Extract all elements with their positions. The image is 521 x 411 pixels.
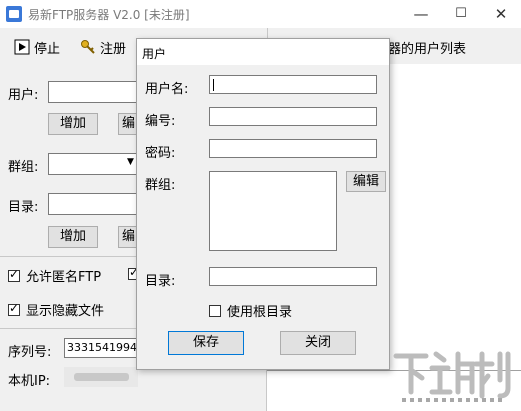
allow-anon-checkbox[interactable]: [8, 267, 20, 282]
username-input[interactable]: [209, 75, 377, 94]
allow-anon-option[interactable]: 允许匿名FTP: [8, 266, 101, 285]
ip-value: [64, 367, 138, 387]
password-input[interactable]: [209, 139, 377, 158]
dialog-group-label: 群组:: [145, 178, 176, 193]
app-icon: [6, 6, 22, 22]
text-caret: [213, 79, 214, 91]
add-user-button[interactable]: 增加: [48, 113, 98, 135]
dir-input[interactable]: [48, 193, 138, 215]
edit-user-button[interactable]: 编: [118, 113, 138, 135]
minimize-button[interactable]: —: [401, 0, 441, 28]
save-button[interactable]: 保存: [168, 331, 244, 355]
stop-icon: [14, 39, 30, 55]
allow-anon-label: 允许匿名FTP: [26, 270, 102, 285]
dialog-title: 用户: [142, 47, 167, 61]
register-label: 注册: [100, 41, 127, 57]
group-edit-button[interactable]: 编辑: [346, 171, 386, 192]
user-select[interactable]: [48, 81, 138, 103]
close-button[interactable]: ✕: [481, 0, 521, 28]
chevron-down-icon: ▼: [127, 157, 134, 167]
use-root-label: 使用根目录: [227, 305, 293, 320]
group-list[interactable]: [209, 171, 337, 251]
show-hidden-label: 显示隐藏文件: [26, 304, 105, 319]
password-label: 密码:: [145, 146, 176, 161]
key-icon: [80, 39, 96, 55]
show-hidden-option[interactable]: 显示隐藏文件: [8, 300, 104, 319]
maximize-button[interactable]: ☐: [441, 0, 481, 28]
use-root-option[interactable]: 使用根目录: [209, 301, 292, 320]
dialog-close-button[interactable]: 关闭: [280, 331, 356, 355]
divider-info: [0, 328, 138, 329]
add-dir-button[interactable]: 增加: [48, 226, 98, 248]
register-button[interactable]: 注册: [80, 37, 126, 57]
serial-field[interactable]: 33315419944: [64, 338, 138, 358]
group-select[interactable]: ▼: [48, 153, 138, 175]
group-label: 群组:: [8, 160, 39, 175]
user-label: 用户:: [8, 88, 39, 103]
watermark-logo: [392, 340, 517, 406]
divider-options: [0, 256, 138, 257]
dialog-dir-input[interactable]: [209, 267, 377, 286]
show-hidden-checkbox[interactable]: [8, 301, 20, 316]
dir-label: 目录:: [8, 200, 39, 215]
serial-label: 序列号:: [8, 345, 52, 360]
number-input[interactable]: [209, 107, 377, 126]
dialog-title-bar: [137, 39, 389, 65]
number-label: 编号:: [145, 114, 176, 129]
edit-dir-button[interactable]: 编: [118, 226, 138, 248]
stop-label: 停止: [34, 41, 61, 57]
use-root-checkbox[interactable]: [209, 304, 221, 317]
username-label: 用户名:: [145, 82, 189, 97]
ip-label: 本机IP:: [8, 374, 51, 389]
ip-blurred: [74, 373, 129, 381]
window-title: 易新FTP服务器 V2.0 [未注册]: [28, 8, 190, 22]
stop-button[interactable]: 停止: [14, 37, 60, 57]
dialog-dir-label: 目录:: [145, 274, 176, 289]
